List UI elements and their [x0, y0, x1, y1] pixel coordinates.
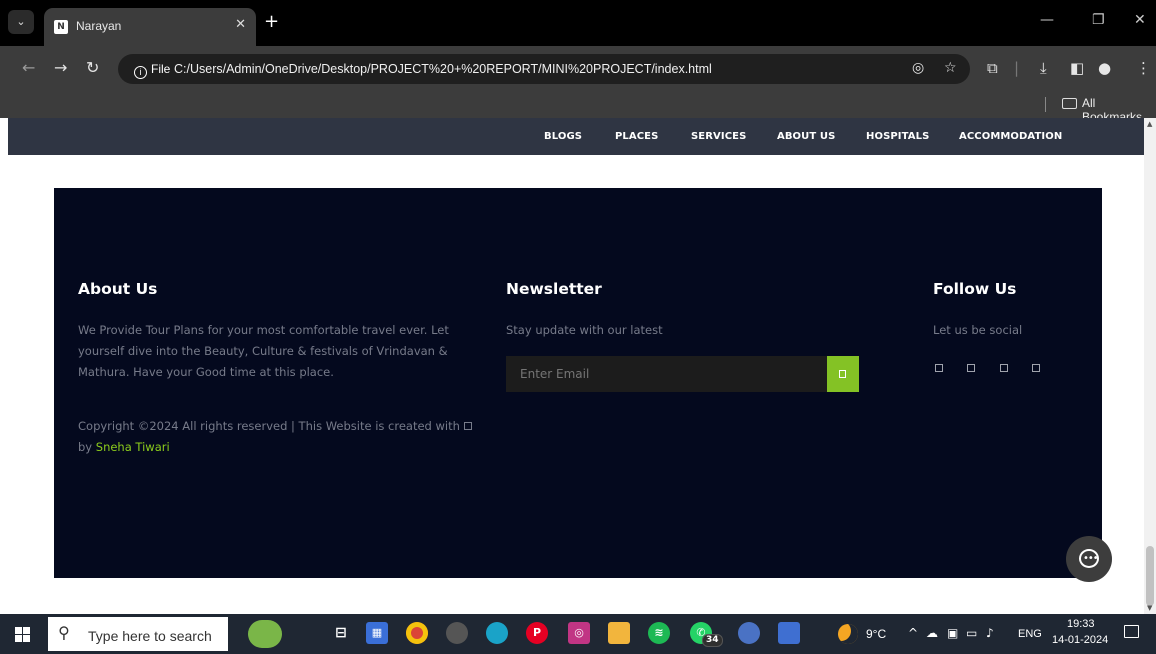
- pinterest-icon[interactable]: P: [526, 622, 548, 644]
- copyright-by: by: [78, 440, 93, 454]
- whatsapp-badge: 34: [702, 634, 723, 647]
- clock-date[interactable]: 14-01-2024: [1052, 634, 1108, 646]
- network-icon[interactable]: ▭: [966, 626, 977, 640]
- tab-title: Narayan: [76, 19, 122, 33]
- favicon-icon: N: [54, 20, 68, 34]
- more-menu-icon[interactable]: ⋮: [1136, 59, 1151, 77]
- language-indicator[interactable]: ENG: [1018, 628, 1042, 640]
- about-us-title: About Us: [78, 280, 158, 298]
- notification-center-icon[interactable]: [1124, 625, 1139, 638]
- app-icon[interactable]: [446, 622, 468, 644]
- volume-icon[interactable]: ♪: [986, 626, 994, 640]
- nav-link-hospitals[interactable]: HOSPITALS: [866, 131, 929, 142]
- toolbar-divider: |: [1014, 59, 1020, 77]
- nav-link-accommodation[interactable]: ACCOMMODATION: [959, 131, 1062, 142]
- app-window-icon[interactable]: [778, 622, 800, 644]
- chat-widget-button[interactable]: •••: [1066, 536, 1112, 582]
- nav-link-about-us[interactable]: ABOUT US: [777, 131, 835, 142]
- instagram-icon[interactable]: ◎: [568, 622, 590, 644]
- whatsapp-icon[interactable]: ✆ 34: [690, 622, 723, 647]
- microsoft-store-icon[interactable]: ▦: [366, 622, 388, 644]
- edge-icon[interactable]: [486, 622, 508, 644]
- nav-link-places[interactable]: PLACES: [615, 131, 658, 142]
- scrollbar-thumb[interactable]: [1146, 546, 1154, 606]
- weather-moon-icon[interactable]: [838, 624, 858, 644]
- windows-taskbar: ⚲ Type here to search ⊟ ▦ P ◎ ≋ ✆ 34 9°C …: [0, 614, 1156, 654]
- weather-temperature[interactable]: 9°C: [866, 627, 886, 641]
- eye-off-icon[interactable]: ◎: [912, 60, 924, 76]
- dribbble-icon[interactable]: [1000, 364, 1008, 372]
- close-tab-icon[interactable]: ✕: [235, 17, 246, 32]
- copyright-text: Copyright ©2024 All rights reserved | Th…: [78, 416, 478, 458]
- follow-us-title: Follow Us: [933, 280, 1017, 298]
- chrome-icon[interactable]: [406, 622, 428, 644]
- side-panel-icon[interactable]: ◧: [1070, 59, 1084, 77]
- email-input[interactable]: [506, 356, 827, 392]
- tab-search-button[interactable]: ⌄: [8, 10, 34, 34]
- page-scrollbar[interactable]: ▲ ▼: [1144, 118, 1156, 614]
- facebook-icon[interactable]: [935, 364, 943, 372]
- clock-time[interactable]: 19:33: [1067, 618, 1095, 630]
- tray-chevron-icon[interactable]: ^: [908, 626, 918, 640]
- bookmarks-bar: All Bookmarks: [0, 90, 1156, 124]
- site-info-label: File: [151, 62, 171, 76]
- site-navigation: BLOGS PLACES SERVICES ABOUT US HOSPITALS…: [8, 118, 1144, 155]
- download-icon[interactable]: ⤓: [1040, 59, 1047, 77]
- site-info-button[interactable]: i File: [128, 60, 176, 79]
- bookmarks-divider: [1045, 97, 1046, 112]
- url-text[interactable]: C:/Users/Admin/OneDrive/Desktop/PROJECT%…: [174, 60, 712, 78]
- extensions-icon[interactable]: ⧉: [987, 59, 998, 77]
- info-icon: i: [134, 66, 147, 79]
- file-explorer-icon[interactable]: [608, 622, 630, 644]
- behance-icon[interactable]: [1032, 364, 1040, 372]
- address-bar[interactable]: i File C:/Users/Admin/OneDrive/Desktop/PR…: [118, 54, 970, 84]
- spotify-icon[interactable]: ≋: [648, 622, 670, 644]
- scroll-up-arrow-icon[interactable]: ▲: [1147, 120, 1152, 128]
- star-icon[interactable]: ☆: [944, 60, 957, 76]
- copyright-prefix: Copyright ©2024 All rights reserved | Th…: [78, 419, 460, 433]
- browser-tab[interactable]: N Narayan ✕: [44, 8, 256, 46]
- display-icon[interactable]: ▣: [947, 626, 958, 640]
- browser-toolbar: ← → ↻ i File C:/Users/Admin/OneDrive/Desk…: [0, 46, 1156, 90]
- new-tab-button[interactable]: +: [264, 13, 279, 31]
- send-icon: [839, 370, 846, 378]
- newsletter-subtitle: Stay update with our latest: [506, 323, 663, 337]
- site-footer: About Us We Provide Tour Plans for your …: [54, 188, 1102, 578]
- browser-tab-bar: ⌄ N Narayan ✕ + — ❐ ✕: [0, 0, 1156, 46]
- folder-icon: [1062, 98, 1077, 109]
- taskbar-search-box[interactable]: ⚲ Type here to search: [48, 617, 228, 651]
- nav-link-blogs[interactable]: BLOGS: [544, 131, 582, 142]
- chrome-profile-icon[interactable]: [738, 622, 760, 644]
- onedrive-icon[interactable]: ☁: [926, 626, 938, 640]
- newsletter-title: Newsletter: [506, 280, 602, 298]
- minimize-icon[interactable]: —: [1040, 12, 1054, 28]
- back-icon[interactable]: ←: [22, 58, 35, 77]
- restore-icon[interactable]: ❐: [1092, 12, 1105, 28]
- heart-icon: [463, 422, 472, 430]
- follow-us-subtitle: Let us be social: [933, 323, 1023, 337]
- twitter-icon[interactable]: [967, 364, 975, 372]
- scroll-down-arrow-icon[interactable]: ▼: [1147, 604, 1152, 612]
- author-link[interactable]: Sneha Tiwari: [96, 440, 170, 454]
- subscribe-button[interactable]: [827, 356, 859, 392]
- profile-avatar[interactable]: ●: [1098, 59, 1111, 77]
- window-close-icon[interactable]: ✕: [1134, 12, 1146, 28]
- nav-link-services[interactable]: SERVICES: [691, 131, 746, 142]
- reload-icon[interactable]: ↻: [86, 58, 99, 77]
- search-icon: ⚲: [58, 623, 70, 642]
- tennis-widget-icon[interactable]: [248, 620, 282, 648]
- about-us-text: We Provide Tour Plans for your most comf…: [78, 323, 449, 379]
- task-view-icon[interactable]: ⊟: [330, 622, 352, 644]
- windows-start-icon[interactable]: [15, 627, 30, 642]
- chat-dots-icon: •••: [1083, 553, 1099, 564]
- taskbar-search-placeholder: Type here to search: [88, 628, 212, 644]
- forward-icon[interactable]: →: [54, 58, 67, 77]
- page-viewport: BLOGS PLACES SERVICES ABOUT US HOSPITALS…: [0, 118, 1156, 614]
